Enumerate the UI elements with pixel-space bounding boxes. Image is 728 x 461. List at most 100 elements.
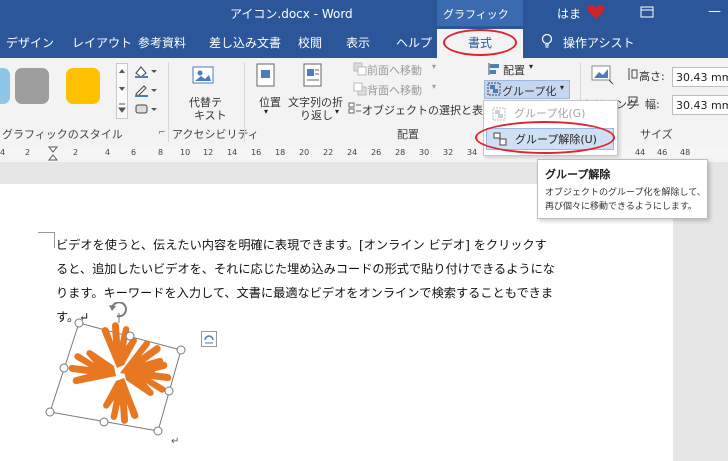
resize-handle (99, 417, 109, 427)
heart-avatar-icon[interactable] (586, 2, 606, 22)
resize-handle (153, 426, 163, 436)
style-swatch-gray[interactable] (15, 68, 49, 104)
position-label[interactable]: 位置 (259, 94, 281, 110)
resize-handle (125, 331, 135, 341)
group-label: グループ化 (502, 85, 557, 98)
document-title: アイコン.docx - Word (230, 7, 353, 21)
format-tab-highlight (443, 29, 517, 56)
wrap-text-icon[interactable] (301, 61, 325, 91)
ruler-tick: 46 (657, 148, 668, 157)
group-button[interactable]: グループ化 ▾ (484, 80, 570, 99)
chevron-down-icon: ▾ (432, 62, 437, 71)
body-text-line[interactable]: ビデオを使うと、伝えたい内容を明確に表現できます。[オンライン ビデオ] をクリ… (56, 235, 547, 253)
group-icon (492, 107, 506, 121)
document-page[interactable]: ビデオを使うと、伝えたい内容を明確に表現できます。[オンライン ビデオ] をクリ… (0, 184, 673, 461)
context-tab-header: グラフィック ツール (437, 0, 523, 37)
body-text-line[interactable]: ります。キーワードを入力して、文書に最適なビデオをオンラインで検索することもでき… (56, 283, 553, 301)
alt-text-icon[interactable] (191, 63, 217, 91)
menu-item-group-label: グループ化(G) (514, 107, 586, 120)
align-label[interactable]: 配置 (503, 62, 525, 78)
resize-handle (45, 407, 55, 417)
ruler-tick: 26 (371, 148, 382, 157)
resize-handle (74, 318, 84, 328)
height-label: 高さ: (639, 70, 665, 83)
ruler-tick: 24 (347, 148, 358, 157)
arrange-group-label: 配置 (397, 128, 419, 141)
chevron-down-icon[interactable]: ▾ (529, 62, 533, 71)
ruler-tick: 14 (227, 148, 238, 157)
height-input[interactable]: 30.43 mm (672, 67, 728, 87)
user-name[interactable]: はま (557, 5, 581, 22)
style-gallery-scroll[interactable] (116, 63, 128, 119)
minimize-icon[interactable]: — (708, 4, 721, 19)
ruler-tick: 48 (680, 148, 691, 157)
height-icon (626, 67, 638, 81)
divider (244, 62, 245, 142)
size-group-label: サイズ (640, 128, 673, 141)
width-icon (626, 95, 640, 107)
tooltip-title: グループ解除 (545, 168, 611, 181)
tab-mailings[interactable]: 差し込み文書 (209, 34, 281, 51)
ruler-tick: 30 (419, 148, 430, 157)
ruler-tick: 12 (203, 148, 214, 157)
ruler-tick: 44 (635, 148, 646, 157)
style-swatch-gold[interactable] (66, 68, 100, 104)
alt-text-line2[interactable]: キスト (194, 107, 227, 123)
shape-outline-icon[interactable] (133, 83, 159, 97)
ruler-tick: 10 (180, 148, 191, 157)
grouped-hands-image[interactable] (40, 301, 200, 442)
tab-view[interactable]: 表示 (346, 34, 370, 51)
lightbulb-icon (540, 33, 554, 49)
ruler-tick: 22 (323, 148, 334, 157)
bring-forward-icon (353, 62, 367, 76)
styles-group-label: グラフィックのスタイル (2, 128, 123, 141)
margin-corner-mark (54, 232, 55, 248)
ribbon-display-icon[interactable] (640, 5, 654, 19)
tab-references[interactable]: 参考資料 (138, 34, 186, 51)
ruler-tick: 8 (158, 148, 164, 157)
style-swatch-blue[interactable] (0, 68, 10, 104)
ruler-tick: 16 (251, 148, 262, 157)
tab-layout[interactable]: レイアウト (72, 34, 132, 51)
accessibility-group-label: アクセシビリティ (172, 128, 259, 141)
tooltip-desc-line2: 再び個々に移動できるようにします。 (545, 202, 697, 212)
selection-pane-label[interactable]: オブジェクトの選択と表示 (362, 102, 494, 118)
styles-dialog-launcher-icon[interactable]: ⌐ (158, 128, 166, 138)
ruler-tick: 4 (105, 148, 111, 157)
selection-pane-icon[interactable] (348, 101, 362, 115)
shape-effects-icon[interactable] (133, 102, 159, 116)
tell-me-box[interactable]: 操作アシスト (563, 34, 635, 51)
tab-help[interactable]: ヘルプ (396, 34, 432, 51)
layout-options-icon[interactable] (201, 331, 217, 347)
crop-icon[interactable] (589, 62, 615, 86)
width-label: 幅: (645, 98, 660, 111)
bring-forward-label: 前面へ移動 (367, 64, 422, 77)
ruler-tick: 20 (299, 148, 310, 157)
position-icon[interactable] (254, 61, 278, 91)
resize-handle (59, 363, 69, 373)
ribbon-tab-bar: デザイン レイアウト 参考資料 差し込み文書 校閲 表示 ヘルプ 書式 操作アシ… (0, 26, 728, 58)
chevron-down-icon[interactable]: ▾ (264, 107, 268, 116)
resize-handle (176, 345, 186, 355)
wrap-text-line2[interactable]: り返し (300, 107, 333, 123)
chevron-down-icon[interactable]: ▾ (335, 107, 339, 116)
indent-marker-icon[interactable] (47, 146, 59, 162)
send-backward-icon (353, 82, 367, 96)
ruler-tick: 6 (131, 148, 137, 157)
tooltip-desc-line1: オブジェクトのグループ化を解除して、 (545, 188, 706, 198)
ruler-tick: 28 (395, 148, 406, 157)
body-text-line[interactable]: ると、追加したいビデオを、それに応じた埋め込みコードの形式で貼り付けできるように… (56, 259, 555, 277)
title-bar: アイコン.docx - Word グラフィック ツール はま — (0, 0, 728, 37)
shape-fill-icon[interactable] (133, 64, 159, 78)
width-input[interactable]: 30.43 mm (672, 95, 728, 115)
group-icon (487, 82, 501, 96)
align-icon[interactable] (487, 62, 501, 76)
ungroup-highlight (475, 121, 615, 154)
ungroup-tooltip: グループ解除 オブジェクトのグループ化を解除して、 再び個々に移動できるようにし… (537, 159, 708, 219)
ruler-tick: 4 (0, 148, 6, 157)
tab-design[interactable]: デザイン (6, 34, 54, 51)
ruler-tick: 32 (443, 148, 454, 157)
tab-review[interactable]: 校閲 (298, 34, 322, 51)
ruler-tick: 2 (25, 148, 31, 157)
ruler-tick: 2 (73, 148, 79, 157)
